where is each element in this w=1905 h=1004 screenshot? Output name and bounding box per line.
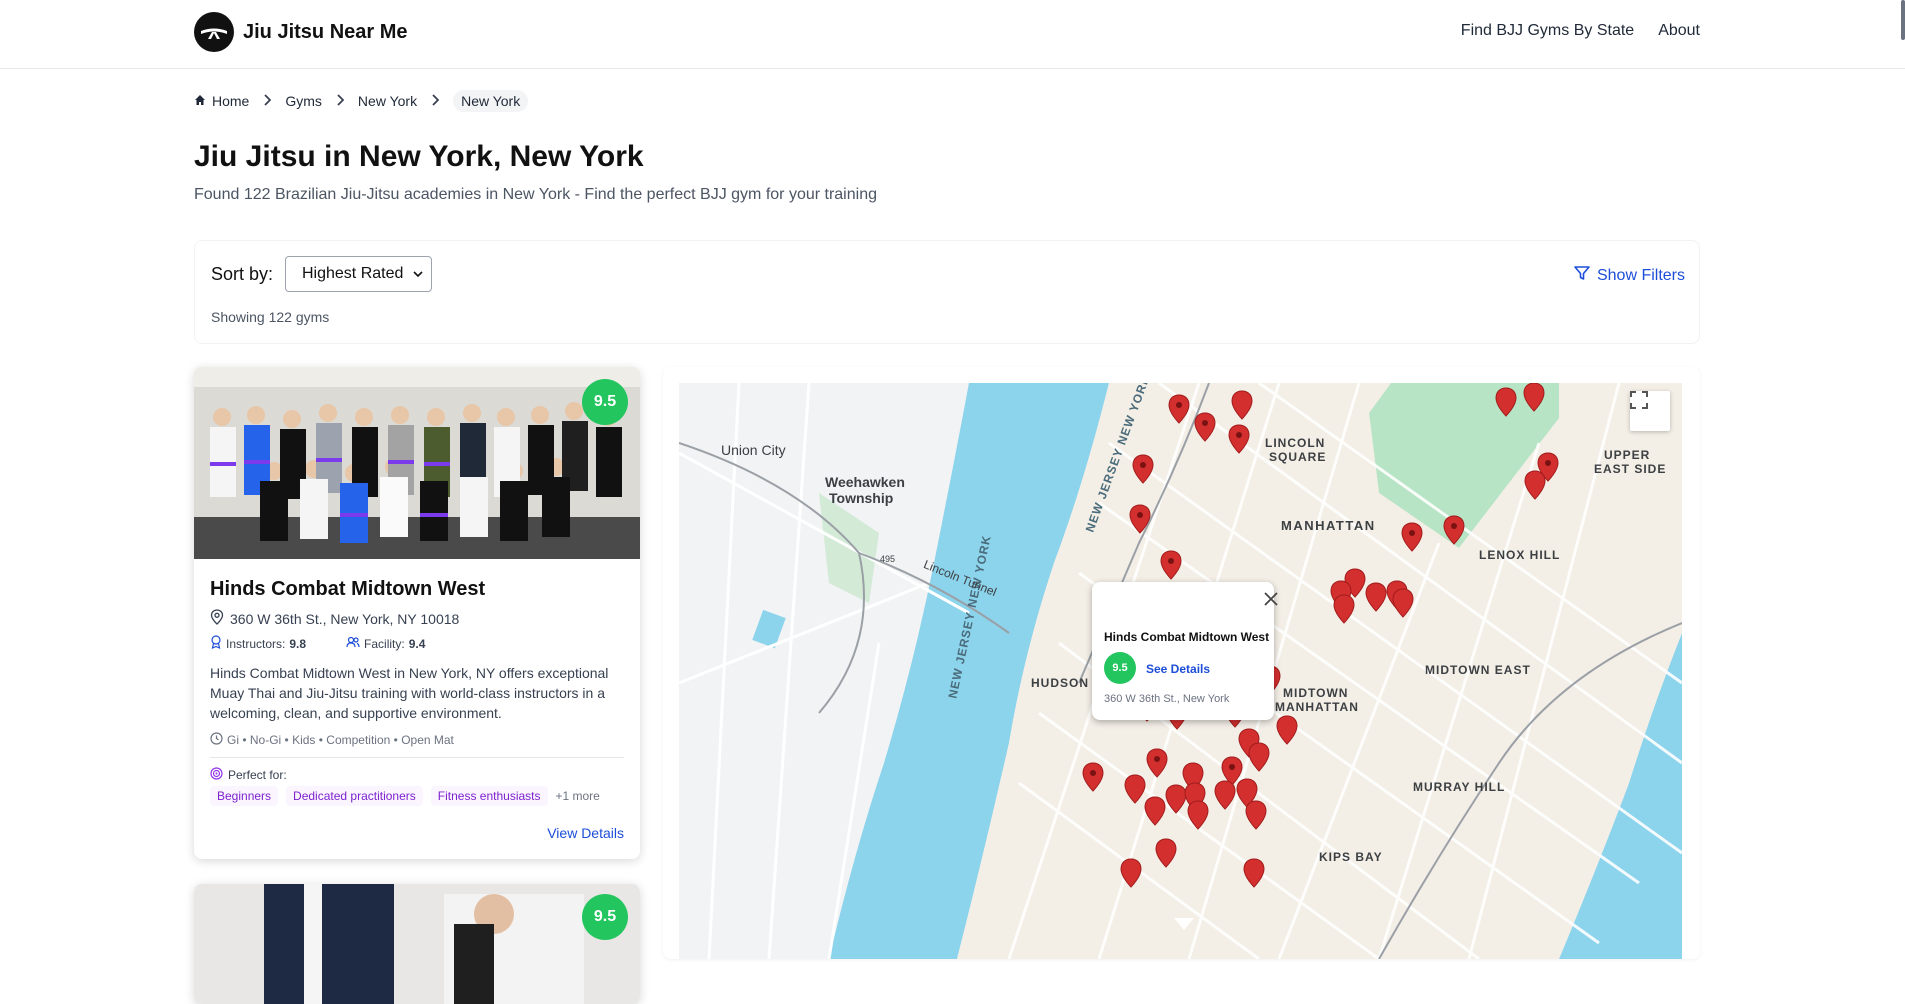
perfect-for-label: Perfect for: xyxy=(228,768,287,782)
instructors-label: Instructors: xyxy=(226,636,286,651)
nav-find-gyms-by-state[interactable]: Find BJJ Gyms By State xyxy=(1461,22,1634,40)
class-types-text: Gi • No-Gi • Kids • Competition • Open M… xyxy=(227,733,454,747)
gym-photo: 9.5 xyxy=(194,884,640,1004)
gym-photo: 9.5 xyxy=(194,367,640,559)
map-label-midtown-manhattan: MIDTOWN MANHATTAN xyxy=(1275,686,1359,714)
facility-value: 9.4 xyxy=(408,636,426,651)
map-label-union-city: Union City xyxy=(721,442,786,458)
view-details-link[interactable]: View Details xyxy=(547,825,624,841)
instructors-score: Instructors: 9.8 xyxy=(210,635,306,652)
show-filters-label: Show Filters xyxy=(1596,266,1685,284)
breadcrumb-home-label: Home xyxy=(212,93,250,109)
facility-score: Facility: 9.4 xyxy=(346,635,425,652)
breadcrumb-gyms[interactable]: Gyms xyxy=(285,93,322,109)
more-tags: +1 more xyxy=(555,789,600,803)
site-header: Jiu Jitsu Near Me Find BJJ Gyms By State… xyxy=(0,0,1905,69)
map-label-weehawken: Weehawken Township xyxy=(825,474,905,506)
home-icon xyxy=(194,93,206,109)
gym-card[interactable]: 9.5 Hinds Combat Midtown West 360 W 36th… xyxy=(194,367,640,859)
info-window-rating-badge: 9.5 xyxy=(1104,652,1136,684)
sort-toolbar: Sort by: Highest Rated Show Filters Show… xyxy=(194,240,1700,344)
result-count: Showing 122 gyms xyxy=(211,309,330,325)
info-window-title: Hinds Combat Midtown West xyxy=(1104,630,1270,644)
breadcrumb: Home Gyms New York New York xyxy=(194,90,529,112)
gym-scores: Instructors: 9.8 Facility: 9.4 xyxy=(210,635,425,652)
map-label-lenox-hill: LENOX HILL xyxy=(1479,548,1560,562)
page-title: Jiu Jitsu in New York, New York xyxy=(194,140,644,173)
site-logo[interactable]: Jiu Jitsu Near Me xyxy=(194,12,408,52)
sort-label: Sort by: xyxy=(211,264,274,284)
map-label-manhattan: MANHATTAN xyxy=(1281,518,1376,533)
clock-icon xyxy=(210,732,223,748)
perfect-for-heading: Perfect for: xyxy=(210,767,287,783)
gym-description: Hinds Combat Midtown West in New York, N… xyxy=(210,665,609,721)
map-panel: Union City Weehawken Township LINCOLN SQUA… xyxy=(663,367,1700,959)
logo-icon xyxy=(194,12,234,52)
scrollbar-thumb[interactable] xyxy=(1901,0,1905,40)
perfect-for-chips: Beginners Dedicated practitioners Fitnes… xyxy=(210,786,600,806)
map-label-lincoln-square: LINCOLN SQUARE xyxy=(1265,436,1326,464)
info-window-tail xyxy=(1174,918,1194,930)
info-window-address: 360 W 36th St., New York xyxy=(1104,693,1230,705)
rating-badge: 9.5 xyxy=(582,894,628,940)
map-label-murray-hill: MURRAY HILL xyxy=(1413,780,1505,794)
gym-card[interactable]: 9.5 xyxy=(194,884,640,1004)
chevron-down-icon xyxy=(413,265,423,283)
gym-map[interactable]: Union City Weehawken Township LINCOLN SQUA… xyxy=(679,383,1682,959)
logo-text: Jiu Jitsu Near Me xyxy=(243,20,408,43)
map-label-kips-bay: KIPS BAY xyxy=(1319,850,1383,864)
chevron-right-icon xyxy=(431,93,440,109)
sort-selected-value: Highest Rated xyxy=(302,265,404,282)
card-divider xyxy=(210,757,624,758)
chip-dedicated-practitioners: Dedicated practitioners xyxy=(286,786,423,806)
award-icon xyxy=(210,635,222,652)
filter-icon xyxy=(1573,264,1591,287)
rating-badge: 9.5 xyxy=(582,379,628,425)
nav-about[interactable]: About xyxy=(1658,22,1700,40)
main-nav: Find BJJ Gyms By State About xyxy=(1461,22,1700,40)
page-subtitle: Found 122 Brazilian Jiu-Jitsu academies … xyxy=(194,186,877,203)
target-icon xyxy=(210,767,223,783)
location-pin-icon xyxy=(210,609,224,628)
map-label-midtown-east: MIDTOWN EAST xyxy=(1425,663,1531,677)
chevron-right-icon xyxy=(263,93,272,109)
breadcrumb-home[interactable]: Home xyxy=(194,93,249,109)
chip-beginners: Beginners xyxy=(210,786,279,806)
chevron-right-icon xyxy=(336,93,345,109)
fullscreen-button[interactable] xyxy=(1630,391,1670,431)
chip-fitness-enthusiasts: Fitness enthusiasts xyxy=(430,786,548,806)
see-details-link[interactable]: See Details xyxy=(1146,662,1210,676)
gym-name[interactable]: Hinds Combat Midtown West xyxy=(210,578,485,601)
show-filters-button[interactable]: Show Filters xyxy=(1573,264,1685,287)
facility-label: Facility: xyxy=(364,636,405,651)
breadcrumb-state[interactable]: New York xyxy=(358,93,417,109)
map-info-window: Hinds Combat Midtown West 9.5 See Detail… xyxy=(1092,582,1278,930)
sort-select[interactable]: Highest Rated xyxy=(285,256,432,292)
breadcrumb-current-city: New York xyxy=(453,90,529,112)
users-icon xyxy=(346,636,360,651)
gym-address-text: 360 W 36th St., New York, NY 10018 xyxy=(230,610,460,627)
gym-class-types: Gi • No-Gi • Kids • Competition • Open M… xyxy=(210,732,454,748)
instructors-value: 9.8 xyxy=(289,636,307,651)
gym-address: 360 W 36th St., New York, NY 10018 xyxy=(210,609,459,628)
map-label-route-495: 495 xyxy=(880,554,895,564)
